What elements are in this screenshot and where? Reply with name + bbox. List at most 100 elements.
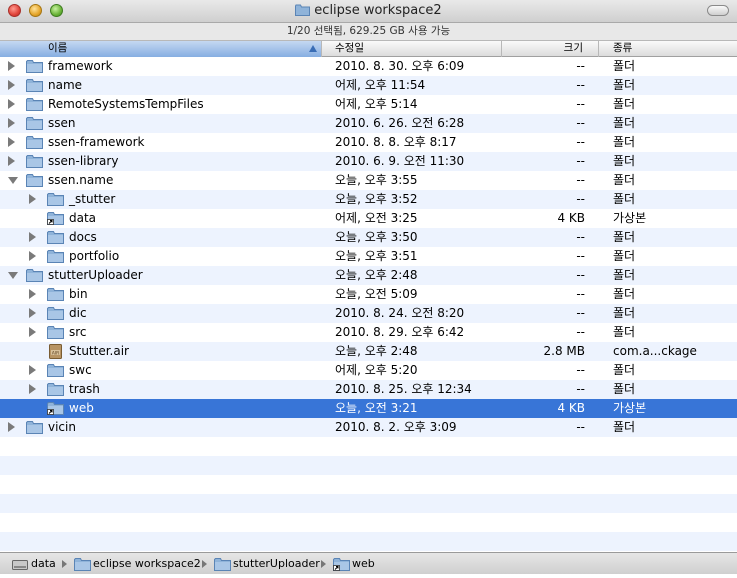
file-row[interactable]: trash 2010. 8. 25. 오후 12:34 -- 폴더 <box>0 380 737 399</box>
file-size: 4 KB <box>557 211 585 225</box>
file-row[interactable]: name 어제, 오후 11:54 -- 폴더 <box>0 76 737 95</box>
file-size: -- <box>576 306 585 320</box>
file-name: trash <box>69 382 100 396</box>
file-date: 어제, 오후 5:14 <box>335 97 418 111</box>
column-header-kind[interactable]: 종류 <box>599 41 737 57</box>
disclosure-closed-icon[interactable] <box>8 61 15 71</box>
disclosure-closed-icon[interactable] <box>29 365 36 375</box>
disclosure-closed-icon[interactable] <box>29 194 36 204</box>
file-row[interactable]: stutterUploader 오늘, 오후 2:48 -- 폴더 <box>0 266 737 285</box>
disclosure-closed-icon[interactable] <box>8 422 15 432</box>
file-size: -- <box>576 173 585 187</box>
status-bar: 1/20 선택됨, 629.25 GB 사용 가능 <box>0 23 737 40</box>
disclosure-closed-icon[interactable] <box>8 118 15 128</box>
disclosure-closed-icon[interactable] <box>29 327 36 337</box>
disclosure-open-icon[interactable] <box>8 272 18 279</box>
file-row[interactable]: docs 오늘, 오후 3:50 -- 폴더 <box>0 228 737 247</box>
file-name: framework <box>48 59 113 73</box>
file-kind: 가상본 <box>613 211 647 225</box>
file-date: 오늘, 오후 2:48 <box>335 344 418 358</box>
disclosure-open-icon[interactable] <box>8 177 18 184</box>
column-header-size[interactable]: 크기 <box>502 41 599 57</box>
file-row[interactable]: AIR Stutter.air 오늘, 오후 2:48 2.8 MB com.a...c… <box>0 342 737 361</box>
disclosure-closed-icon[interactable] <box>8 137 15 147</box>
folder-icon <box>26 78 43 93</box>
file-size: -- <box>576 192 585 206</box>
folder-icon <box>47 192 64 207</box>
path-bar: data eclipse workspace2 stutterUploader web <box>0 552 737 574</box>
file-row[interactable]: ssen.name 오늘, 오후 3:55 -- 폴더 <box>0 171 737 190</box>
file-size: -- <box>576 420 585 434</box>
file-row[interactable]: vicin 2010. 8. 2. 오후 3:09 -- 폴더 <box>0 418 737 437</box>
file-list[interactable]: framework 2010. 8. 30. 오후 6:09 -- 폴더 name 어제,… <box>0 57 737 553</box>
finder-window: eclipse workspace2 1/20 선택됨, 629.25 GB 사… <box>0 0 737 574</box>
file-kind: 폴더 <box>613 192 636 206</box>
file-size: -- <box>576 268 585 282</box>
disclosure-closed-icon[interactable] <box>29 308 36 318</box>
disclosure-closed-icon[interactable] <box>8 80 15 90</box>
folder-icon <box>26 135 43 150</box>
file-row[interactable]: swc 어제, 오후 5:20 -- 폴더 <box>0 361 737 380</box>
file-date: 2010. 6. 9. 오전 11:30 <box>335 154 465 168</box>
file-row[interactable]: ssen-framework 2010. 8. 8. 오후 8:17 -- 폴더 <box>0 133 737 152</box>
file-row[interactable]: _stutter 오늘, 오후 3:52 -- 폴더 <box>0 190 737 209</box>
folder-icon <box>47 363 64 378</box>
column-header-name[interactable]: 이름 <box>0 41 322 57</box>
folder-icon <box>74 557 91 578</box>
file-date: 2010. 8. 8. 오후 8:17 <box>335 135 457 149</box>
file-name: stutterUploader <box>48 268 143 282</box>
file-row[interactable]: RemoteSystemsTempFiles 어제, 오후 5:14 -- 폴더 <box>0 95 737 114</box>
file-name: vicin <box>48 420 76 434</box>
folder-icon <box>47 249 64 264</box>
file-name: name <box>48 78 83 92</box>
file-name: data <box>69 211 97 225</box>
path-item-label: eclipse workspace2 <box>93 557 201 570</box>
file-kind: 폴더 <box>613 382 636 396</box>
file-row[interactable]: portfolio 오늘, 오후 3:51 -- 폴더 <box>0 247 737 266</box>
file-row[interactable]: dic 2010. 8. 24. 오전 8:20 -- 폴더 <box>0 304 737 323</box>
disclosure-closed-icon[interactable] <box>8 99 15 109</box>
file-date: 2010. 8. 24. 오전 8:20 <box>335 306 465 320</box>
folder-icon <box>26 154 43 169</box>
file-size: -- <box>576 78 585 92</box>
file-kind: com.a...ckage <box>613 344 697 358</box>
file-name: ssen <box>48 116 76 130</box>
empty-row <box>0 513 737 532</box>
column-header-date[interactable]: 수정일 <box>322 41 502 57</box>
file-row[interactable]: bin 오늘, 오전 5:09 -- 폴더 <box>0 285 737 304</box>
file-name: ssen.name <box>48 173 114 187</box>
file-row[interactable]: framework 2010. 8. 30. 오후 6:09 -- 폴더 <box>0 57 737 76</box>
title-bar[interactable]: eclipse workspace2 <box>0 0 737 23</box>
path-item-label: data <box>31 557 56 570</box>
file-name: ssen-framework <box>48 135 145 149</box>
file-size: -- <box>576 363 585 377</box>
file-kind: 폴더 <box>613 135 636 149</box>
file-row[interactable]: ssen-library 2010. 6. 9. 오전 11:30 -- 폴더 <box>0 152 737 171</box>
file-size: 4 KB <box>557 401 585 415</box>
file-date: 2010. 8. 2. 오후 3:09 <box>335 420 457 434</box>
disclosure-closed-icon[interactable] <box>8 156 15 166</box>
disclosure-closed-icon[interactable] <box>29 384 36 394</box>
disclosure-closed-icon[interactable] <box>29 251 36 261</box>
file-row[interactable]: ssen 2010. 6. 26. 오전 6:28 -- 폴더 <box>0 114 737 133</box>
alias-folder-icon <box>47 211 64 226</box>
file-name: docs <box>69 230 97 244</box>
empty-row <box>0 475 737 494</box>
disclosure-closed-icon[interactable] <box>29 232 36 242</box>
disclosure-closed-icon[interactable] <box>29 289 36 299</box>
file-row[interactable]: data 어제, 오전 3:25 4 KB 가상본 <box>0 209 737 228</box>
alias-folder-icon <box>333 557 350 578</box>
file-kind: 폴더 <box>613 59 636 73</box>
folder-icon <box>26 173 43 188</box>
folder-icon <box>214 557 231 578</box>
toolbar-toggle-button[interactable] <box>707 5 729 16</box>
file-size: -- <box>576 97 585 111</box>
file-row[interactable]: web 오늘, 오전 3:21 4 KB 가상본 <box>0 399 737 418</box>
file-row[interactable]: src 2010. 8. 29. 오후 6:42 -- 폴더 <box>0 323 737 342</box>
file-kind: 폴더 <box>613 306 636 320</box>
hard-drive-icon <box>12 557 28 578</box>
column-header-name-label: 이름 <box>48 42 68 54</box>
folder-icon <box>26 116 43 131</box>
file-date: 2010. 8. 29. 오후 6:42 <box>335 325 465 339</box>
folder-icon <box>26 268 43 283</box>
